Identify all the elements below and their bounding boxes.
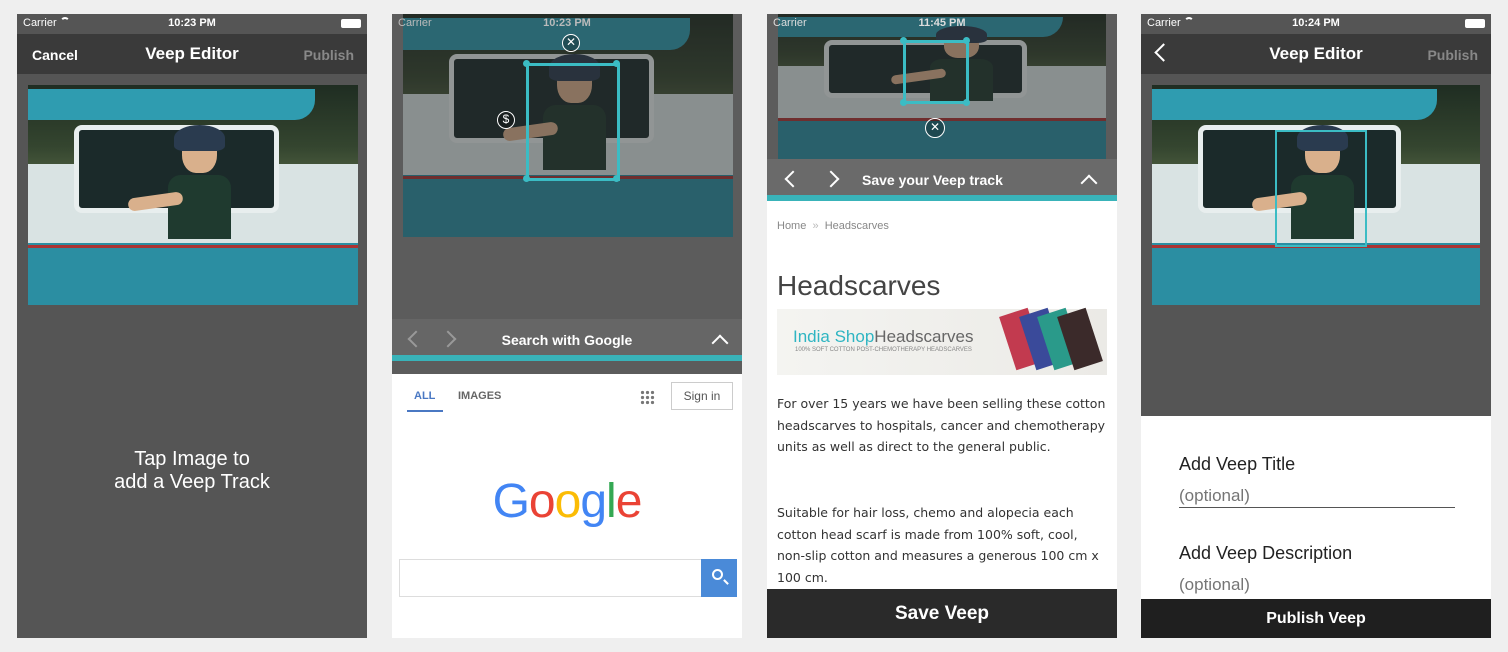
search-button[interactable] (701, 559, 737, 597)
breadcrumb-home[interactable]: Home (777, 220, 806, 232)
status-bar: Carrier 10:23 PM (392, 14, 742, 34)
resize-handle[interactable] (963, 37, 970, 44)
hint-line-1: Tap Image to (134, 448, 250, 470)
veep-details-form: Add Veep Title Add Veep Description (1141, 416, 1491, 599)
breadcrumb-separator: » (812, 220, 819, 232)
description-label: Add Veep Description (1179, 543, 1353, 563)
clock: 10:24 PM (1292, 17, 1340, 29)
browser-title: Search with Google (501, 332, 633, 348)
banner-title: India ShopHeadscarves (793, 327, 974, 346)
resize-handle[interactable] (613, 60, 620, 67)
description-paragraph: For over 15 years we have been selling t… (777, 396, 1106, 454)
clock: 10:23 PM (543, 17, 591, 29)
page-title: Headscarves (777, 270, 941, 301)
hint-line-2: add a Veep Track (114, 471, 270, 493)
resize-handle[interactable] (523, 175, 530, 182)
google-logo-letter: l (606, 475, 617, 528)
description-paragraph: Suitable for hair loss, chemo and alopec… (777, 505, 1099, 585)
publish-veep-button[interactable]: Publish Veep (1141, 599, 1491, 638)
title-underline (1179, 507, 1455, 508)
battery-icon (341, 19, 361, 28)
shop-banner[interactable]: India ShopHeadscarves 100% SOFT COTTON P… (777, 307, 1107, 375)
resize-handle[interactable] (523, 60, 530, 67)
browser-title: Save your Veep track (862, 172, 1003, 188)
google-logo-letter: o (554, 475, 582, 528)
google-logo-letter: G (492, 475, 530, 528)
dollar-icon[interactable]: $ (497, 111, 515, 129)
back-chevron-icon[interactable] (784, 170, 802, 188)
apps-grid-icon[interactable] (640, 390, 655, 405)
screen-veep-editor-empty: Carrier 10:23 PM Cancel Veep Editor Publ… (17, 14, 367, 638)
breadcrumb: Home » Headscarves (777, 220, 889, 232)
veep-track-box[interactable] (1275, 130, 1367, 247)
tab-images[interactable]: IMAGES (458, 390, 501, 402)
tab-all[interactable]: ALL (414, 390, 435, 402)
google-tabs: ALL IMAGES Sign in (392, 374, 742, 424)
browser-bar: Save your Veep track (767, 159, 1117, 201)
resize-handle[interactable] (900, 37, 907, 44)
search-icon (712, 569, 723, 580)
nav-bar: Veep Editor Publish (1141, 34, 1491, 74)
sign-in-button[interactable]: Sign in (671, 382, 733, 410)
browser-bar: Search with Google (392, 319, 742, 361)
screen-search-google: Carrier 10:23 PM ✕ $ Search with Google … (392, 14, 742, 638)
veep-track-box[interactable] (526, 63, 620, 181)
resize-handle[interactable] (613, 175, 620, 182)
editable-image[interactable] (28, 85, 358, 305)
publish-button[interactable]: Publish (303, 47, 354, 63)
breadcrumb-current[interactable]: Headscarves (825, 220, 889, 232)
google-logo-letter: e (615, 475, 643, 528)
status-bar: Carrier 11:45 PM (767, 14, 1117, 34)
clock: 10:23 PM (168, 17, 216, 29)
google-logo-letter: o (528, 475, 556, 528)
status-bar: Carrier 10:23 PM (17, 14, 367, 34)
tap-hint: Tap Image to add a Veep Track (17, 448, 367, 494)
close-track-icon[interactable]: ✕ (562, 34, 580, 52)
screen-save-veep-track: Carrier 11:45 PM ✕ Save your Veep track … (767, 14, 1117, 638)
battery-icon (1465, 19, 1485, 28)
resize-handle[interactable] (900, 99, 907, 106)
resize-handle[interactable] (963, 99, 970, 106)
close-track-icon[interactable]: ✕ (925, 118, 945, 138)
nav-bar: Cancel Veep Editor Publish (17, 34, 367, 74)
title-label: Add Veep Title (1179, 454, 1296, 474)
veep-title-input[interactable] (1179, 486, 1455, 506)
google-page: Google (392, 424, 742, 638)
search-input[interactable] (399, 559, 701, 597)
banner-subtitle: 100% SOFT COTTON POST-CHEMOTHERAPY HEADS… (795, 347, 972, 353)
save-veep-button[interactable]: Save Veep (767, 589, 1117, 638)
clock: 11:45 PM (918, 17, 966, 29)
status-bar: Carrier 10:24 PM (1141, 14, 1491, 34)
publish-button[interactable]: Publish (1427, 47, 1478, 63)
google-logo: Google (392, 474, 742, 529)
active-tab-indicator (407, 410, 443, 412)
veep-description-input[interactable] (1179, 575, 1455, 595)
forward-chevron-icon[interactable] (822, 170, 840, 188)
google-logo-letter: g (580, 475, 607, 528)
collapse-chevron-icon[interactable] (1080, 174, 1098, 192)
veep-track-box[interactable] (903, 40, 969, 104)
screen-publish-veep: Carrier 10:24 PM Veep Editor Publish Add… (1141, 14, 1491, 638)
